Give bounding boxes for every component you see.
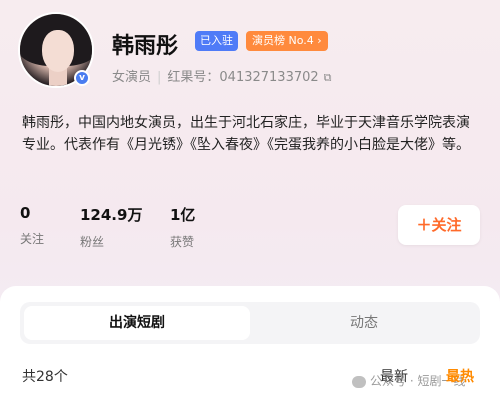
profile-name: 韩雨彤 [112, 34, 179, 59]
follow-button[interactable]: ＋关注 [398, 205, 480, 245]
avatar-face [42, 30, 74, 72]
profile-subline: 女演员 | 红果号：041327133702 ⧉ [112, 66, 332, 85]
stat-value: 0 [20, 204, 31, 222]
content-tabs: 出演短剧 动态 [20, 302, 480, 344]
stat-label: 关注 [20, 232, 45, 246]
verified-icon: v [74, 70, 90, 86]
actor-rank-badge[interactable]: 演员榜 No.4 › [246, 31, 328, 51]
tab-updates[interactable]: 动态 [252, 306, 476, 340]
profile-id: 红果号：041327133702 [167, 70, 319, 85]
copy-icon[interactable]: ⧉ [324, 71, 332, 85]
tab-short-dramas[interactable]: 出演短剧 [24, 306, 250, 340]
stat-label: 获赞 [170, 235, 195, 249]
profile-bio: 韩雨彤，中国内地女演员，出生于河北石家庄，毕业于天津音乐学院表演专业。代表作有《… [22, 115, 470, 153]
stat-value: 124.9万 [80, 206, 143, 224]
stat-likes[interactable]: 1亿 获赞 [170, 204, 195, 250]
item-count: 共28个 [22, 369, 68, 385]
stat-label: 粉丝 [80, 235, 105, 249]
stat-following[interactable]: 0 关注 [20, 204, 44, 247]
wechat-icon [352, 375, 366, 388]
profile-role: 女演员 [112, 70, 152, 85]
stat-fans[interactable]: 124.9万 粉丝 [80, 204, 142, 250]
sort-hottest-button[interactable]: 最热 [446, 366, 474, 386]
joined-badge: 已入驻 [195, 31, 238, 51]
stat-value: 1亿 [170, 206, 196, 224]
divider: | [157, 70, 162, 85]
